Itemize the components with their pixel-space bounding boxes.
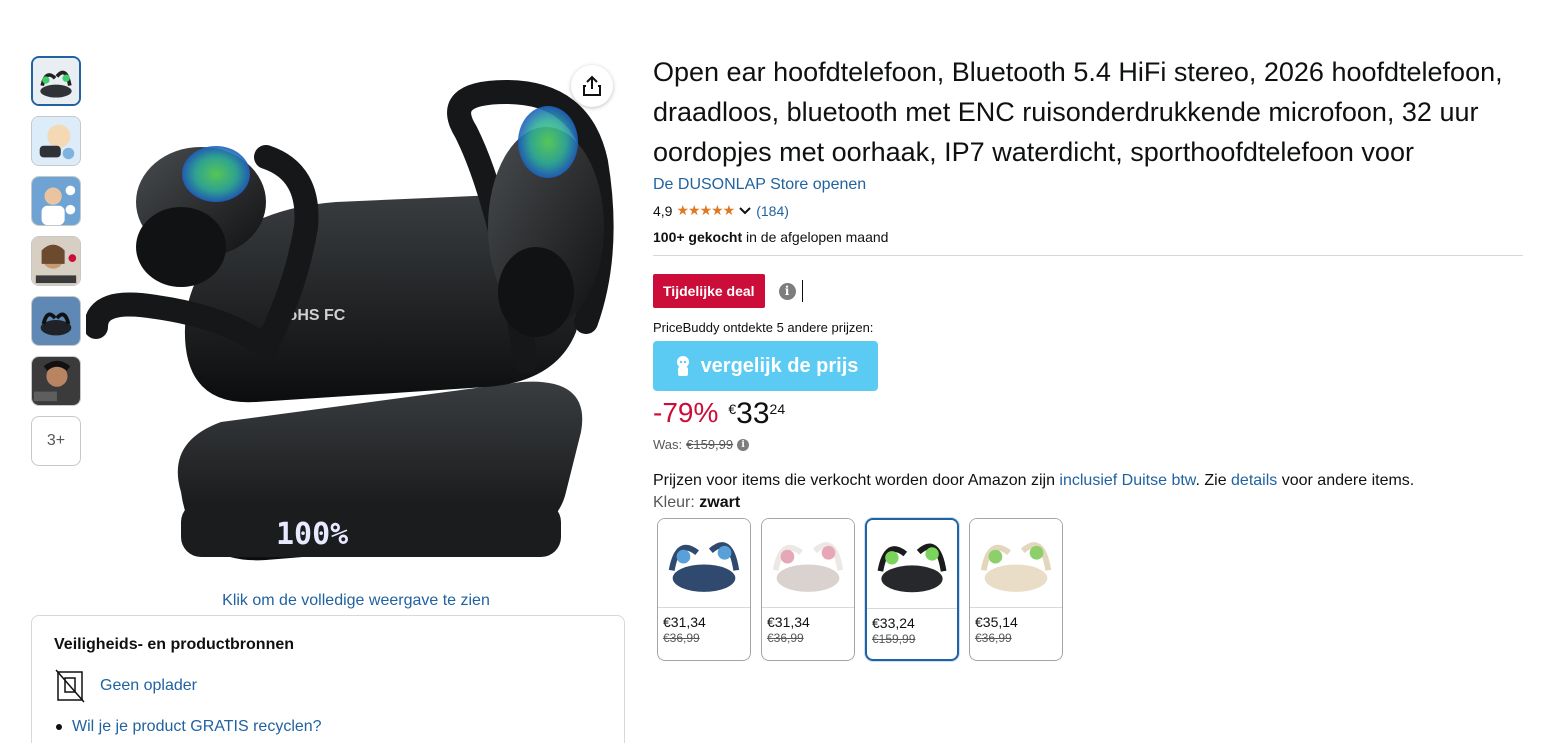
svg-text:100%: 100% <box>276 517 348 552</box>
safety-resources-box: Veiligheids- en productbronnen Geen opla… <box>31 615 625 743</box>
swatch-beige[interactable]: €35,14 €36,99 <box>969 518 1063 661</box>
deal-row: Tijdelijke deal i <box>653 274 1523 308</box>
color-swatches: €31,34 €36,99 €31,34 €36,99 €33,24 €159,… <box>657 518 1523 661</box>
vat-notice: Prijzen voor items die verkocht worden d… <box>653 472 1523 490</box>
swatch-image <box>970 519 1062 608</box>
main-product-image[interactable]: 100% RoHS FC <box>84 62 626 582</box>
recycle-link[interactable]: Wil je je product GRATIS recyclen? <box>72 718 322 736</box>
rating-row: 4,9 ★★★★★ (184) <box>653 202 1523 219</box>
swatch-price: €33,24 <box>872 615 915 631</box>
product-details: Open ear hoofdtelefoon, Bluetooth 5.4 Hi… <box>653 52 1523 661</box>
color-label: Kleur: zwart <box>653 494 1523 512</box>
no-charger-row: Geen oplader <box>54 668 602 704</box>
thumbnail-5[interactable] <box>31 296 81 346</box>
chevron-down-icon[interactable] <box>738 206 752 216</box>
swatch-old-price: €36,99 <box>767 631 804 645</box>
bought-bold: 100+ gekocht <box>653 229 743 245</box>
swatch-old-price: €159,99 <box>872 632 916 646</box>
bullet <box>56 724 62 730</box>
share-icon <box>583 75 601 96</box>
swatch-blue[interactable]: €31,34 €36,99 <box>657 518 751 661</box>
was-label: Was: <box>653 437 683 452</box>
compare-price-label: vergelijk de prijs <box>700 354 859 377</box>
no-charger-icon <box>55 669 85 703</box>
price-currency: € <box>728 401 737 417</box>
swatch-price: €31,34 <box>767 614 810 630</box>
safety-title: Veiligheids- en productbronnen <box>54 636 295 653</box>
vat-text-before: Prijzen voor items die verkocht worden d… <box>653 472 1060 489</box>
was-price: €159,99 <box>686 437 734 452</box>
rating-stars[interactable]: ★★★★★ <box>676 202 735 219</box>
no-charger-link[interactable]: Geen oplader <box>100 677 197 695</box>
bought-rest: in de afgelopen maand <box>742 229 889 245</box>
vat-text-mid: . Zie <box>1195 472 1232 489</box>
store-link[interactable]: De DUSONLAP Store openen <box>653 176 866 194</box>
vat-text-after: voor andere items. <box>1277 472 1415 489</box>
thumbnail-2[interactable] <box>31 116 81 166</box>
bought-count: 100+ gekocht in de afgelopen maand <box>653 229 1523 245</box>
full-view-link[interactable]: Klik om de volledige weergave te zien <box>86 592 626 610</box>
swatch-image <box>867 520 957 609</box>
product-title: Open ear hoofdtelefoon, Bluetooth 5.4 Hi… <box>653 57 1503 167</box>
divider <box>653 255 1523 256</box>
pricebuddy-icon <box>676 356 689 376</box>
swatch-price: €35,14 <box>975 614 1018 630</box>
thumbnail-4[interactable] <box>31 236 81 286</box>
text-cursor <box>801 280 803 302</box>
details-link[interactable]: details <box>1231 472 1277 489</box>
swatch-price: €31,34 <box>663 614 706 630</box>
recycle-item: Wil je je product GRATIS recyclen? <box>54 718 602 736</box>
color-label-text: Kleur: <box>653 494 700 511</box>
thumbnail-list: 3+ <box>31 56 81 466</box>
rating-value: 4,9 <box>653 202 673 219</box>
thumbnail-3[interactable] <box>31 176 81 226</box>
swatch-black[interactable]: €33,24 €159,99 <box>865 518 959 661</box>
vat-link[interactable]: inclusief Duitse btw <box>1059 472 1195 489</box>
more-thumbnails-button[interactable]: 3+ <box>31 416 81 466</box>
share-button[interactable] <box>571 65 613 107</box>
thumbnail-1[interactable] <box>31 56 81 106</box>
price-row: -79% € 33 24 <box>653 397 1523 431</box>
deal-badge: Tijdelijke deal <box>653 274 765 308</box>
was-price-row: Was: €159,99 i <box>653 437 1523 452</box>
price-whole: 33 <box>736 397 770 430</box>
swatch-old-price: €36,99 <box>663 631 700 645</box>
pricebuddy-text: PriceBuddy ontdekte 5 andere prijzen: <box>653 320 874 335</box>
was-info-icon[interactable]: i <box>737 438 750 451</box>
discount-percent: -79% <box>653 397 719 428</box>
rating-count-link[interactable]: (184) <box>756 203 789 219</box>
swatch-image <box>762 519 854 608</box>
price-fraction: 24 <box>769 401 786 417</box>
info-icon[interactable]: i <box>778 282 796 300</box>
swatch-image <box>658 519 750 608</box>
swatch-white[interactable]: €31,34 €36,99 <box>761 518 855 661</box>
thumbnail-6[interactable] <box>31 356 81 406</box>
color-value: zwart <box>699 494 741 511</box>
swatch-old-price: €36,99 <box>975 631 1012 645</box>
compare-price-button[interactable]: vergelijk de prijs <box>653 341 878 391</box>
